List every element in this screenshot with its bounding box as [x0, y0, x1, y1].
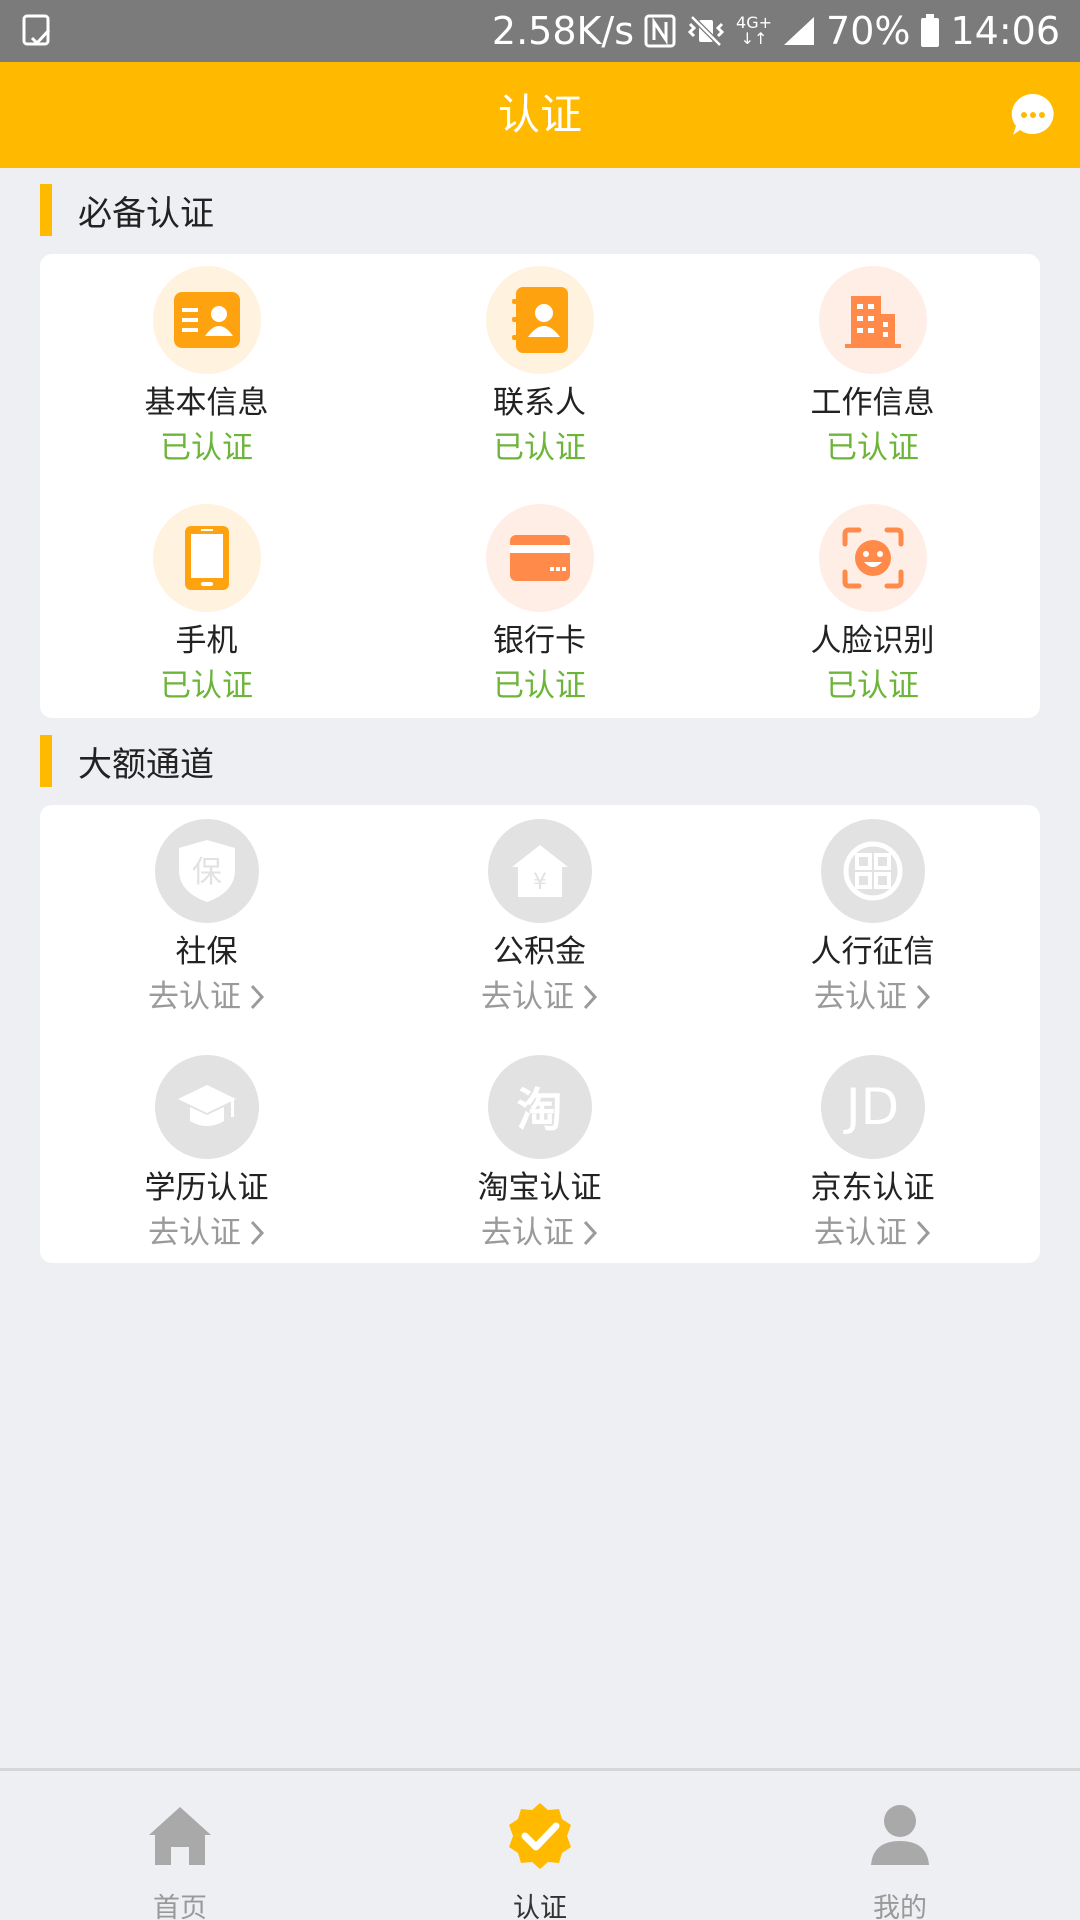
chevron-right-icon: [916, 1220, 931, 1246]
verify-item-work-info[interactable]: 工作信息 已认证: [706, 266, 1039, 472]
page-title: 认证: [497, 90, 582, 139]
verified-status: 已认证: [493, 668, 586, 704]
go-verify-link[interactable]: 去认证: [40, 1209, 373, 1257]
verify-item-label: 学历认证: [144, 1170, 269, 1206]
verify-item-social-security[interactable]: 保 社保 去认证: [40, 819, 373, 1021]
nav-item-verification[interactable]: 认证: [440, 1771, 640, 1920]
nav-label: 认证: [513, 1893, 567, 1920]
user-icon: [871, 1805, 929, 1865]
taobao-icon: 淘: [487, 1055, 592, 1159]
chat-icon[interactable]: [1010, 92, 1056, 138]
nav-item-mine[interactable]: 我的: [800, 1771, 1000, 1920]
clock: 14:06: [950, 9, 1060, 53]
yen-glyph: ¥: [533, 870, 547, 895]
contacts-book-icon: [485, 266, 594, 374]
nav-item-home[interactable]: 首页: [80, 1771, 280, 1920]
go-verify-text: 去认证: [481, 979, 574, 1015]
verified-status: 已认证: [160, 430, 253, 466]
verify-item-pboc-credit[interactable]: 人行征信 去认证: [706, 819, 1039, 1021]
go-verify-text: 去认证: [148, 1215, 241, 1251]
battery-icon: [920, 14, 940, 48]
app-header: 认证: [0, 62, 1080, 168]
screenshot-notification-icon: [22, 14, 51, 46]
verify-item-label: 联系人: [493, 385, 586, 421]
graduation-cap-icon: [154, 1055, 259, 1159]
verified-status: 已认证: [160, 668, 253, 704]
verify-item-label: 人脸识别: [810, 623, 935, 659]
verified-status: 已认证: [493, 430, 586, 466]
face-scan-icon: [818, 504, 927, 612]
go-verify-link[interactable]: 去认证: [373, 1209, 706, 1257]
section-accent-bar: [40, 184, 52, 236]
chevron-right-icon: [250, 984, 265, 1010]
verify-item-label: 手机: [175, 623, 238, 659]
verify-item-label: 工作信息: [810, 385, 935, 421]
shield-glyph: 保: [192, 855, 222, 890]
jd-glyph: JD: [845, 1078, 900, 1136]
nfc-icon: [644, 14, 676, 48]
go-verify-link[interactable]: 去认证: [40, 973, 373, 1021]
verify-item-taobao[interactable]: 淘 淘宝认证 去认证: [373, 1055, 706, 1257]
verify-item-label: 公积金: [493, 934, 586, 970]
taobao-glyph: 淘: [516, 1083, 563, 1137]
verify-item-label: 银行卡: [493, 623, 586, 659]
id-card-icon: [152, 266, 261, 374]
network-speed: 2.58K/s: [491, 9, 635, 53]
go-verify-text: 去认证: [814, 1215, 907, 1251]
nav-label: 我的: [873, 1893, 927, 1920]
verify-item-basic-info[interactable]: 基本信息 已认证: [40, 266, 373, 472]
chevron-right-icon: [583, 984, 598, 1010]
signal-icon: [782, 15, 816, 47]
credit-bank-icon: [820, 819, 925, 923]
verify-item-label: 基本信息: [144, 385, 269, 421]
building-icon: [818, 266, 927, 374]
housing-fund-icon: ¥: [487, 819, 592, 923]
go-verify-text: 去认证: [148, 979, 241, 1015]
go-verify-link[interactable]: 去认证: [373, 973, 706, 1021]
section-required-header: 必备认证: [40, 184, 214, 236]
verify-item-label: 京东认证: [810, 1170, 935, 1206]
bank-card-icon: [485, 504, 594, 612]
phone-icon: [152, 504, 261, 612]
verified-status: 已认证: [826, 668, 919, 704]
section-title: 必备认证: [78, 193, 214, 234]
battery-percent: 70%: [826, 9, 911, 53]
go-verify-link[interactable]: 去认证: [706, 1209, 1039, 1257]
network-type-badge: 4G+ ↓↑: [736, 13, 773, 48]
required-verification-card: 基本信息 已认证 联系人 已认证 工作信息 已认证 手机 已认证 银行卡 已认证…: [40, 254, 1040, 718]
section-title: 大额通道: [78, 744, 214, 785]
verified-status: 已认证: [826, 430, 919, 466]
verify-item-contacts[interactable]: 联系人 已认证: [373, 266, 706, 472]
section-accent-bar: [40, 735, 52, 787]
verify-item-label: 人行征信: [810, 934, 935, 970]
large-channel-card: 保 社保 去认证 ¥ 公积金 去认证 人行征信 去认证 学历认证 去认证 淘 淘…: [40, 805, 1040, 1263]
bottom-nav: 首页 认证 我的: [0, 1768, 1080, 1920]
nav-label: 首页: [153, 1893, 207, 1920]
section-large-header: 大额通道: [40, 735, 214, 787]
chevron-right-icon: [250, 1220, 265, 1246]
go-verify-text: 去认证: [481, 1215, 574, 1251]
go-verify-link[interactable]: 去认证: [706, 973, 1039, 1021]
data-arrows-icon: ↓↑: [740, 29, 768, 48]
chevron-right-icon: [583, 1220, 598, 1246]
home-icon: [149, 1807, 211, 1865]
verify-item-label: 淘宝认证: [477, 1170, 602, 1206]
chevron-right-icon: [916, 984, 931, 1010]
verified-badge-icon: [509, 1803, 571, 1869]
vibrate-mute-icon: [686, 14, 726, 48]
verify-item-phone[interactable]: 手机 已认证: [40, 504, 373, 710]
verify-item-housing-fund[interactable]: ¥ 公积金 去认证: [373, 819, 706, 1021]
verify-item-bank-card[interactable]: 银行卡 已认证: [373, 504, 706, 710]
verify-item-jd[interactable]: JD 京东认证 去认证: [706, 1055, 1039, 1257]
jd-icon: JD: [820, 1055, 925, 1159]
verify-item-label: 社保: [175, 934, 238, 970]
go-verify-text: 去认证: [814, 979, 907, 1015]
social-security-icon: 保: [154, 819, 259, 923]
verify-item-face-recognition[interactable]: 人脸识别 已认证: [706, 504, 1039, 710]
status-bar: 2.58K/s 4G+ ↓↑ 70% 14:06: [0, 0, 1080, 62]
verify-item-education[interactable]: 学历认证 去认证: [40, 1055, 373, 1257]
